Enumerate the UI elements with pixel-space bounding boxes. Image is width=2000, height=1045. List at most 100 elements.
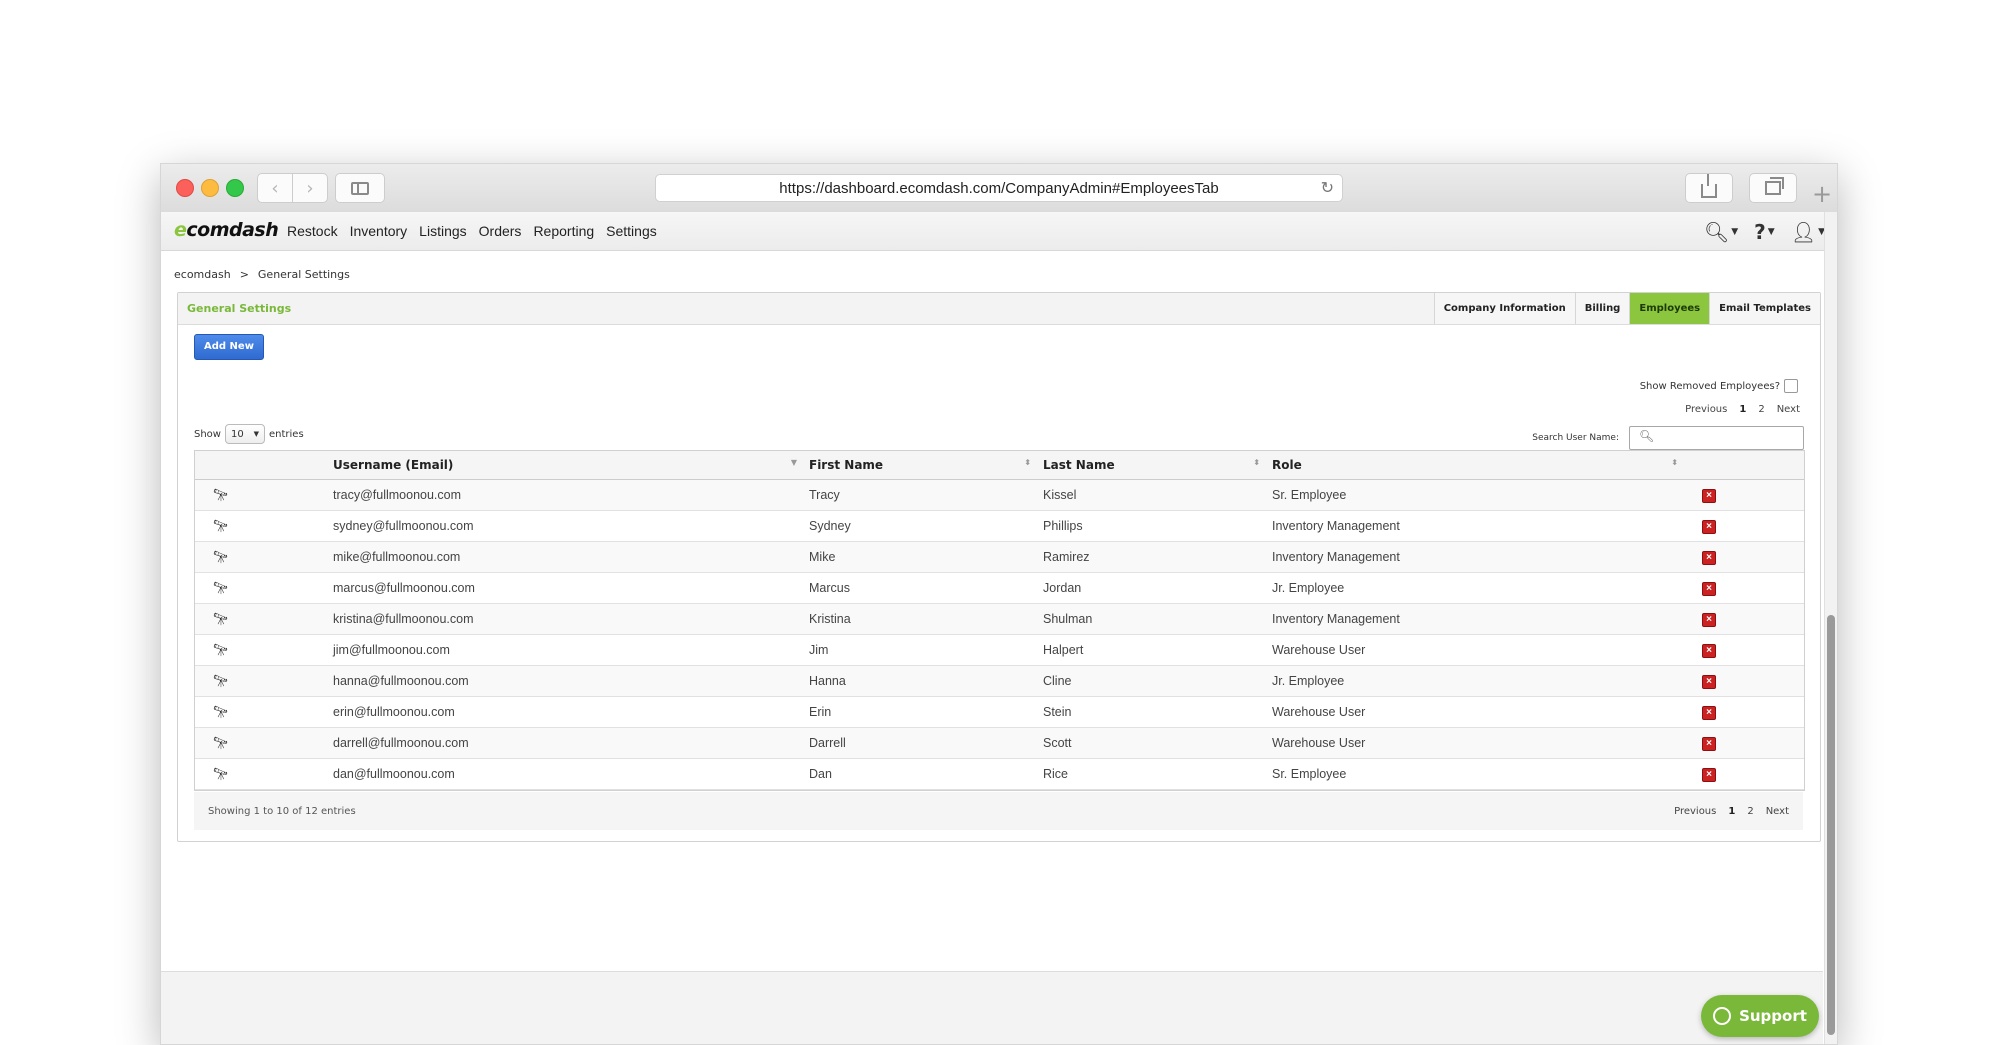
role-text: Warehouse User bbox=[1272, 643, 1366, 657]
last-name-text: Halpert bbox=[1043, 643, 1084, 657]
binoculars-icon[interactable]: 🔭︎ bbox=[213, 550, 228, 564]
binoculars-icon[interactable]: 🔭︎ bbox=[213, 705, 228, 719]
last-name-cell: Scott bbox=[1043, 736, 1272, 750]
page-length-value: 10 bbox=[230, 428, 244, 440]
back-button[interactable]: ‹ bbox=[257, 173, 293, 203]
previous-page-link[interactable]: Previous bbox=[1685, 404, 1727, 415]
binoculars-icon[interactable]: 🔭︎ bbox=[213, 674, 228, 688]
search-user-input[interactable] bbox=[1656, 430, 1800, 443]
sidebar-toggle-button[interactable] bbox=[335, 173, 385, 203]
delete-icon[interactable]: × bbox=[1702, 489, 1716, 503]
tabs-icon bbox=[1765, 177, 1784, 195]
delete-cell: × bbox=[1694, 518, 1804, 534]
ecomdash-logo[interactable]: ecomdash bbox=[174, 219, 279, 241]
settings-tabs: Company Information Billing Employees Em… bbox=[1433, 293, 1820, 324]
first-name-cell: Mike bbox=[809, 550, 1043, 564]
delete-icon[interactable]: × bbox=[1702, 520, 1716, 534]
delete-icon[interactable]: × bbox=[1702, 582, 1716, 596]
first-name-cell: Kristina bbox=[809, 612, 1043, 626]
menu-orders[interactable]: Orders bbox=[479, 223, 522, 239]
search-menu-button[interactable]: 🔍︎ ▼ bbox=[1704, 220, 1738, 244]
entries-label: entries bbox=[268, 428, 304, 440]
address-bar[interactable]: https://dashboard.ecomdash.com/CompanyAd… bbox=[655, 174, 1343, 202]
binoculars-icon[interactable]: 🔭︎ bbox=[213, 519, 228, 533]
pagination-bottom: Previous 1 2 Next bbox=[1674, 806, 1789, 817]
menu-inventory[interactable]: Inventory bbox=[350, 223, 408, 239]
page-1-link[interactable]: 1 bbox=[1739, 404, 1746, 415]
menu-settings[interactable]: Settings bbox=[606, 223, 657, 239]
menu-listings[interactable]: Listings bbox=[419, 223, 466, 239]
show-removed-checkbox[interactable] bbox=[1784, 379, 1798, 393]
header-username[interactable]: Username (Email) ▼ bbox=[333, 458, 809, 472]
email-text: tracy@fullmoonou.com bbox=[333, 488, 462, 502]
role-cell: Warehouse User bbox=[1272, 736, 1694, 750]
user-menu-button[interactable]: 👤︎ ▼ bbox=[1791, 220, 1825, 244]
email-text: mike@fullmoonou.com bbox=[333, 550, 461, 564]
close-window-icon[interactable] bbox=[176, 179, 194, 197]
user-search: Search User Name: 🔍︎ bbox=[1532, 426, 1804, 450]
page-1-link[interactable]: 1 bbox=[1728, 806, 1735, 817]
first-name-text: Erin bbox=[809, 705, 832, 719]
header-role[interactable]: Role ⬍ bbox=[1272, 458, 1694, 472]
breadcrumb-home[interactable]: ecomdash bbox=[174, 268, 231, 281]
tab-company-information[interactable]: Company Information bbox=[1433, 293, 1575, 324]
delete-icon[interactable]: × bbox=[1702, 675, 1716, 689]
share-button[interactable] bbox=[1685, 173, 1733, 203]
forward-button[interactable]: › bbox=[292, 173, 328, 203]
url-text: https://dashboard.ecomdash.com/CompanyAd… bbox=[779, 179, 1219, 197]
first-name-cell: Hanna bbox=[809, 674, 1043, 688]
reload-icon[interactable]: ↻ bbox=[1321, 178, 1334, 198]
page-2-link[interactable]: 2 bbox=[1747, 806, 1753, 817]
show-label: Show bbox=[194, 428, 221, 440]
role-text: Sr. Employee bbox=[1272, 488, 1347, 502]
zoom-window-icon[interactable] bbox=[226, 179, 244, 197]
page-scrollbar[interactable] bbox=[1824, 212, 1837, 1044]
email-cell: marcus@fullmoonou.com bbox=[333, 581, 809, 595]
next-page-link[interactable]: Next bbox=[1777, 404, 1800, 415]
logo-text: comdash bbox=[186, 219, 279, 241]
show-tabs-button[interactable] bbox=[1749, 173, 1797, 203]
binoculars-icon[interactable]: 🔭︎ bbox=[213, 581, 228, 595]
previous-page-link[interactable]: Previous bbox=[1674, 806, 1716, 817]
delete-icon[interactable]: × bbox=[1702, 613, 1716, 627]
tab-billing[interactable]: Billing bbox=[1574, 293, 1630, 324]
help-menu-button[interactable]: ? ▼ bbox=[1754, 220, 1775, 244]
search-user-box[interactable]: 🔍︎ bbox=[1629, 426, 1804, 450]
table-body: 🔭︎ tracy@fullmoonou.com Tracy Kissel Sr. Emp… bbox=[195, 480, 1804, 790]
menu-restock[interactable]: Restock bbox=[287, 223, 338, 239]
delete-icon[interactable]: × bbox=[1702, 768, 1716, 782]
delete-icon[interactable]: × bbox=[1702, 644, 1716, 658]
role-cell: Sr. Employee bbox=[1272, 488, 1694, 502]
first-name-text: Hanna bbox=[809, 674, 846, 688]
delete-icon[interactable]: × bbox=[1702, 551, 1716, 565]
delete-icon[interactable]: × bbox=[1702, 706, 1716, 720]
next-page-link[interactable]: Next bbox=[1766, 806, 1789, 817]
page-2-link[interactable]: 2 bbox=[1758, 404, 1764, 415]
minimize-window-icon[interactable] bbox=[201, 179, 219, 197]
table-row: 🔭︎ kristina@fullmoonou.com Kristina Shulman… bbox=[195, 604, 1804, 635]
binoculars-icon[interactable]: 🔭︎ bbox=[213, 643, 228, 657]
binoculars-icon[interactable]: 🔭︎ bbox=[213, 767, 228, 781]
browser-window: ‹ › https://dashboard.ecomdash.com/Compa… bbox=[160, 163, 1838, 1045]
new-tab-button[interactable]: + bbox=[1809, 182, 1835, 208]
first-name-cell: Jim bbox=[809, 643, 1043, 657]
header-first-name[interactable]: First Name ⬍ bbox=[809, 458, 1043, 472]
tab-email-templates[interactable]: Email Templates bbox=[1709, 293, 1820, 324]
binoculars-icon[interactable]: 🔭︎ bbox=[213, 488, 228, 502]
menu-reporting[interactable]: Reporting bbox=[533, 223, 594, 239]
page-length-control: Show 10 ▼ entries bbox=[194, 424, 304, 444]
support-label: Support bbox=[1739, 1007, 1807, 1025]
add-new-button[interactable]: Add New bbox=[194, 334, 264, 360]
scrollbar-thumb[interactable] bbox=[1827, 615, 1835, 1035]
support-button[interactable]: Support bbox=[1701, 995, 1819, 1037]
tab-employees[interactable]: Employees bbox=[1629, 293, 1710, 324]
header-last-name[interactable]: Last Name ⬍ bbox=[1043, 458, 1272, 472]
binoculars-icon[interactable]: 🔭︎ bbox=[213, 736, 228, 750]
sort-desc-icon: ▼ bbox=[790, 458, 797, 467]
delete-icon[interactable]: × bbox=[1702, 737, 1716, 751]
page-length-select[interactable]: 10 ▼ bbox=[224, 424, 265, 444]
delete-cell: × bbox=[1694, 549, 1804, 565]
binoculars-icon[interactable]: 🔭︎ bbox=[213, 612, 228, 626]
last-name-cell: Cline bbox=[1043, 674, 1272, 688]
logo-prefix: e bbox=[174, 219, 187, 241]
